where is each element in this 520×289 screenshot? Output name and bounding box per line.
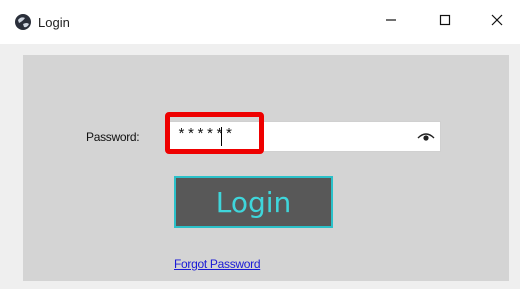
title-bar[interactable]: Login	[0, 0, 520, 44]
login-button-label: Login	[215, 185, 292, 219]
forgot-password-link[interactable]: Forgot Password	[174, 257, 261, 271]
minimize-icon	[385, 13, 397, 31]
maximize-button[interactable]	[422, 6, 468, 38]
password-label: Password:	[86, 130, 140, 144]
minimize-button[interactable]	[368, 6, 414, 38]
close-icon	[491, 13, 503, 31]
login-button[interactable]: Login	[174, 176, 333, 228]
app-globe-icon	[14, 13, 32, 31]
window-title: Login	[38, 15, 70, 30]
maximize-icon	[439, 13, 451, 31]
text-caret	[221, 127, 222, 146]
eye-icon[interactable]	[417, 130, 435, 144]
password-field[interactable]: ******	[168, 121, 441, 152]
client-area	[23, 55, 509, 281]
password-value: ******	[177, 127, 235, 144]
close-button[interactable]	[474, 6, 520, 38]
